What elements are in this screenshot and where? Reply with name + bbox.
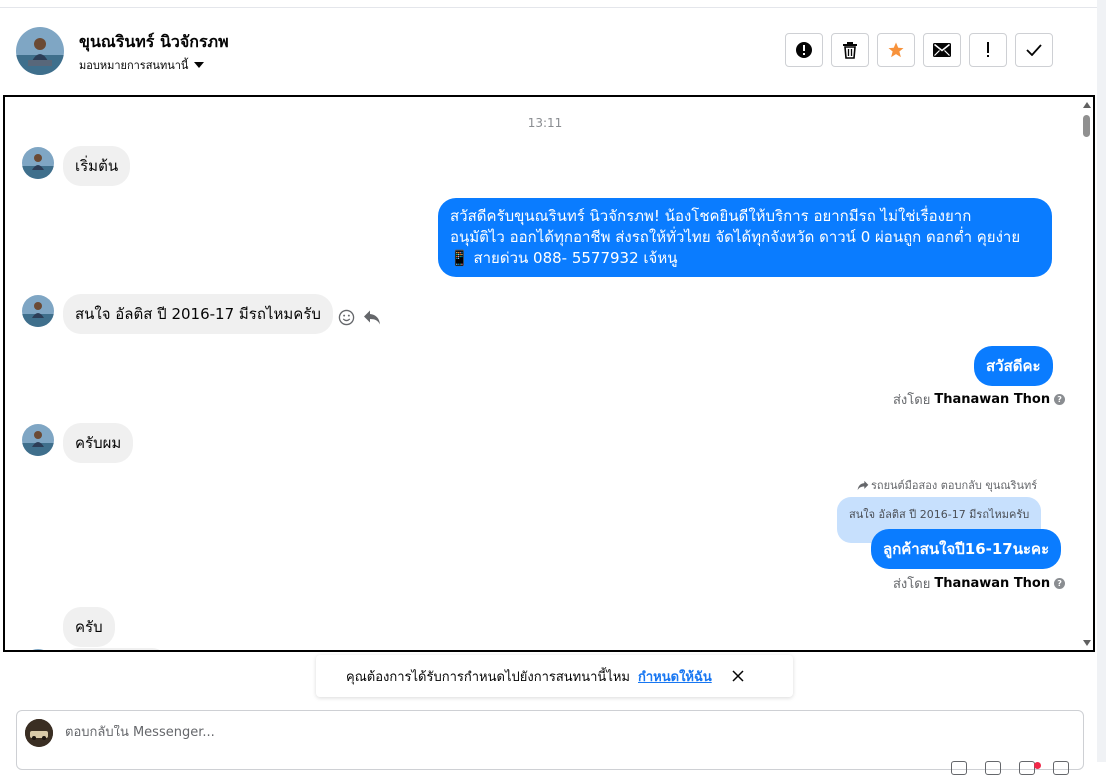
info-icon[interactable]: ? xyxy=(1054,394,1066,405)
reply-icon[interactable] xyxy=(363,309,381,326)
contact-avatar-small[interactable] xyxy=(22,147,54,179)
message-line: 📱 สายด่วน 088- 5577932 เจ้หนู xyxy=(450,249,678,267)
conversation-header: ขุนณรินทร์ นิวจักรภพ มอบหมายการสนทนานี้ xyxy=(0,8,1097,94)
delete-button[interactable] xyxy=(831,33,869,67)
close-icon[interactable] xyxy=(732,670,744,682)
assign-reminder-toast: คุณต้องการได้รับการกำหนดไปยังการสนทนานี้… xyxy=(316,655,793,697)
message-input[interactable] xyxy=(65,725,965,740)
caret-down-icon xyxy=(194,62,205,68)
message-timestamp: 13:11 xyxy=(527,116,563,130)
contact-avatar-small[interactable] xyxy=(22,295,54,327)
follow-up-button[interactable] xyxy=(969,33,1007,67)
smiley-icon[interactable] xyxy=(338,309,355,326)
exclamation-icon xyxy=(987,42,989,57)
incoming-message[interactable]: เริ่มต้น xyxy=(63,146,131,186)
page-avatar xyxy=(25,719,53,747)
outgoing-message[interactable]: สวัสดีคะ xyxy=(974,346,1053,386)
contact-avatar-small[interactable] xyxy=(22,649,54,650)
mobile-phone-icon: 📱 xyxy=(450,249,469,267)
alert-circle-icon xyxy=(796,42,812,58)
sent-by-label: ส่งโดย Thanawan Thon? xyxy=(893,573,1066,594)
reply-composer xyxy=(16,710,1084,775)
right-edge-panel xyxy=(1097,0,1106,762)
window-top-bar xyxy=(0,0,1097,8)
incoming-message-partial[interactable] xyxy=(63,648,167,650)
checkmark-icon xyxy=(1026,44,1042,56)
trash-icon xyxy=(843,42,857,59)
message-line: อนุมัติไว ออกได้ทุกอาชีพ ส่งรถให้ทั่วไทย… xyxy=(450,228,1021,246)
image-icon[interactable] xyxy=(1019,761,1035,775)
emoji-icon[interactable] xyxy=(1053,761,1069,775)
mark-done-button[interactable] xyxy=(1015,33,1053,67)
star-button[interactable] xyxy=(877,33,915,67)
sender-name: Thanawan Thon xyxy=(934,576,1051,591)
contact-avatar[interactable] xyxy=(16,27,64,75)
tag-icon[interactable] xyxy=(951,761,967,775)
scroll-down-arrow-icon[interactable] xyxy=(1083,640,1091,646)
reply-context-label: รถยนต์มือสอง ตอบกลับ ขุนณรินทร์ xyxy=(857,476,1037,494)
assign-conversation-dropdown[interactable]: มอบหมายการสนทนานี้ xyxy=(79,56,205,74)
mark-unread-button[interactable] xyxy=(923,33,961,67)
envelope-icon xyxy=(933,43,951,57)
header-actions xyxy=(785,33,1053,67)
scroll-up-arrow-icon[interactable] xyxy=(1083,102,1091,108)
attachment-icon[interactable] xyxy=(985,761,1001,775)
outgoing-message[interactable]: ลูกค้าสนใจปี16-17นะคะ xyxy=(871,529,1062,569)
assign-to-me-link[interactable]: กำหนดให้ฉัน xyxy=(638,666,712,687)
incoming-message[interactable]: สนใจ อัลติส ปี 2016-17 มีรถไหมครับ xyxy=(63,294,333,334)
contact-name[interactable]: ขุนณรินทร์ นิวจักรภพ xyxy=(79,30,229,55)
message-actions xyxy=(338,309,381,326)
notification-dot xyxy=(1034,762,1041,769)
contact-avatar-small[interactable] xyxy=(22,424,54,456)
incoming-message[interactable]: ครับ xyxy=(63,607,115,647)
outgoing-message[interactable]: สวัสดีครับขุนณรินทร์ นิวจักรภพ! น้องโชคย… xyxy=(438,198,1052,277)
reminder-text: คุณต้องการได้รับการกำหนดไปยังการสนทนานี้… xyxy=(346,669,630,685)
composer-toolbar xyxy=(951,761,1069,775)
scrollbar[interactable] xyxy=(1080,97,1092,650)
reply-arrow-icon xyxy=(857,480,869,490)
message-thread[interactable]: 13:11 เริ่มต้น สวัสดีครับขุนณรินทร์ นิวจ… xyxy=(3,95,1095,652)
spam-button[interactable] xyxy=(785,33,823,67)
message-line: สวัสดีครับขุนณรินทร์ นิวจักรภพ! น้องโชคย… xyxy=(450,207,972,225)
incoming-message[interactable]: ครับผม xyxy=(63,423,134,463)
sent-by-label: ส่งโดย Thanawan Thon? xyxy=(893,389,1066,410)
sender-name: Thanawan Thon xyxy=(934,392,1051,407)
info-icon[interactable]: ? xyxy=(1054,578,1066,589)
scrollbar-thumb[interactable] xyxy=(1083,115,1090,137)
assign-label: มอบหมายการสนทนานี้ xyxy=(79,59,189,72)
star-icon xyxy=(888,42,904,58)
